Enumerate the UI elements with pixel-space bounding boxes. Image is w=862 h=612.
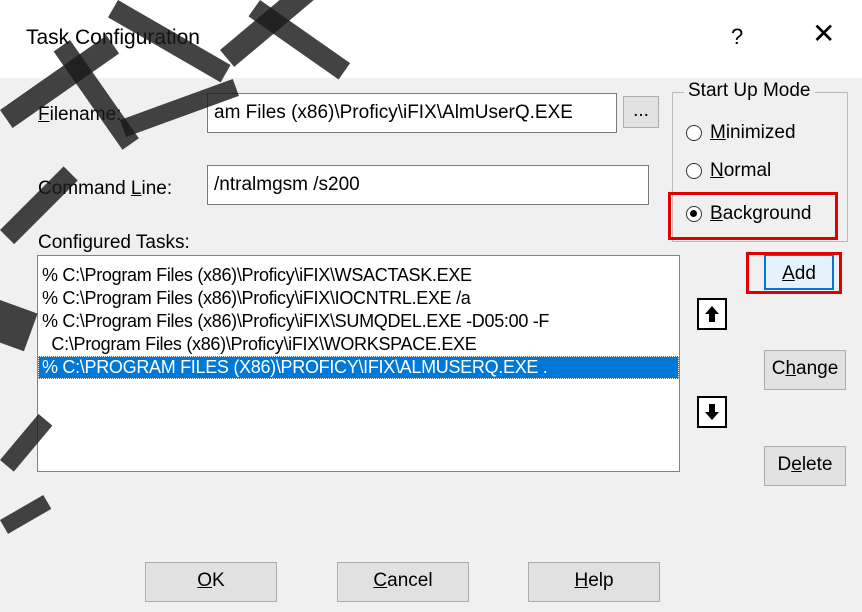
delete-button-label: lete <box>801 454 833 475</box>
change-button-label: C <box>771 358 786 379</box>
help-button[interactable]: Help <box>528 562 660 602</box>
delete-button-label: e <box>791 454 802 475</box>
ok-button-label: O <box>197 570 213 591</box>
help-button-label: H <box>574 570 589 591</box>
cancel-button[interactable]: Cancel <box>337 562 469 602</box>
radio-minimized-dot[interactable] <box>686 125 702 141</box>
browse-button[interactable]: ... <box>623 96 659 128</box>
radio-normal-dot[interactable] <box>686 163 702 179</box>
move-down-button[interactable] <box>697 396 727 428</box>
arrow-down-icon <box>705 404 719 420</box>
command-line-field[interactable]: /ntralmgsm /s200 <box>207 165 649 205</box>
radio-label-part: inimized <box>725 122 796 143</box>
close-icon[interactable]: ✕ <box>812 20 835 48</box>
task-row[interactable]: % C:\Program Files (x86)\Proficy\iFIX\IO… <box>38 287 679 310</box>
radio-normal-label: Normal <box>710 160 771 182</box>
radio-label-part: ormal <box>723 160 772 181</box>
radio-minimized[interactable]: Minimized <box>686 122 796 144</box>
add-highlight-box <box>746 252 842 294</box>
help-button-label: elp <box>588 570 614 591</box>
watermark-stroke <box>0 300 38 352</box>
radio-minimized-label: Minimized <box>710 122 796 144</box>
radio-label-part: M <box>710 122 726 143</box>
radio-normal[interactable]: Normal <box>686 160 771 182</box>
move-up-button[interactable] <box>697 298 727 330</box>
configured-tasks-label: Configured Tasks: <box>38 232 190 253</box>
change-button-label: ange <box>796 358 839 379</box>
task-row-selected[interactable]: % C:\PROGRAM FILES (X86)\PROFICY\IFIX\AL… <box>38 356 679 379</box>
change-button[interactable]: Change <box>764 350 846 390</box>
task-row[interactable]: % C:\Program Files (x86)\Proficy\iFIX\WS… <box>38 264 679 287</box>
cancel-button-label: ancel <box>387 570 433 591</box>
help-question-icon[interactable]: ? <box>731 24 743 50</box>
cancel-button-label: C <box>373 570 388 591</box>
command-line-label-part: ine: <box>141 178 173 199</box>
task-row[interactable]: C:\Program Files (x86)\Proficy\iFIX\WORK… <box>38 333 679 356</box>
arrow-up-icon <box>705 306 719 322</box>
start-up-mode-legend: Start Up Mode <box>684 80 815 102</box>
delete-button[interactable]: Delete <box>764 446 846 486</box>
task-row[interactable]: % C:\Program Files (x86)\Proficy\iFIX\SU… <box>38 310 679 333</box>
change-button-label: h <box>785 358 797 379</box>
filename-field[interactable]: am Files (x86)\Proficy\iFIX\AlmUserQ.EXE <box>207 93 617 133</box>
radio-label-part: N <box>710 160 724 181</box>
background-highlight-box <box>668 192 838 240</box>
command-line-label-part: L <box>130 178 142 199</box>
configured-tasks-list[interactable]: % C:\Program Files (x86)\Proficy\iFIX\WS… <box>37 255 680 472</box>
delete-button-label: D <box>777 454 792 475</box>
ok-button[interactable]: OK <box>145 562 277 602</box>
watermark-stroke <box>0 495 52 534</box>
ok-button-label: K <box>212 570 225 591</box>
